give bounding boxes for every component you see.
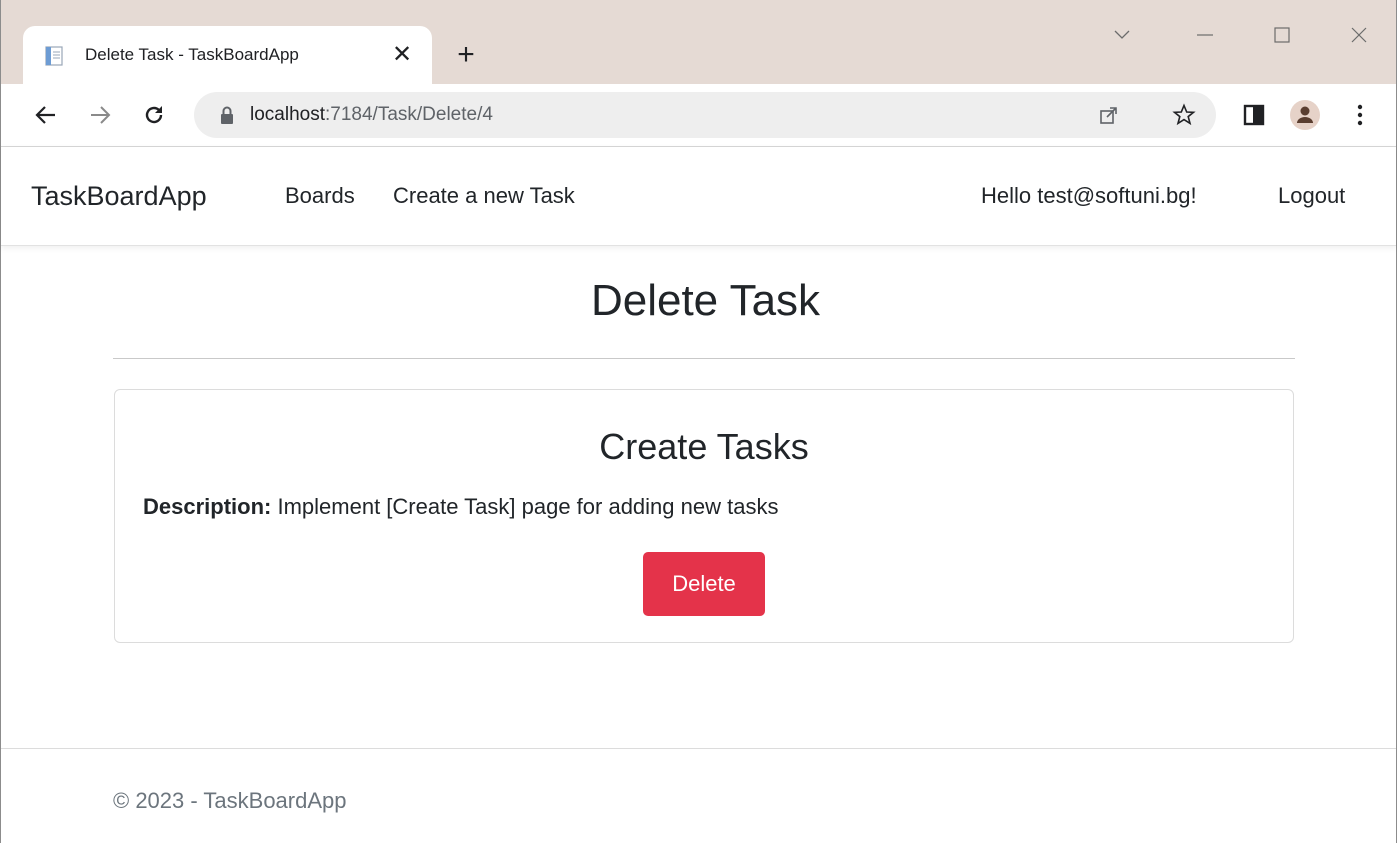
footer-divider bbox=[1, 748, 1396, 749]
lock-icon[interactable] bbox=[216, 104, 238, 126]
address-bar[interactable]: localhost:7184/Task/Delete/4 bbox=[194, 92, 1216, 138]
share-icon[interactable] bbox=[1092, 98, 1126, 132]
reload-icon[interactable] bbox=[137, 98, 171, 132]
delete-button[interactable]: Delete bbox=[643, 552, 765, 616]
close-window-icon[interactable] bbox=[1339, 20, 1379, 50]
profile-avatar-icon[interactable] bbox=[1288, 98, 1322, 132]
tab-title: Delete Task - TaskBoardApp bbox=[85, 45, 299, 64]
task-card: Create Tasks Description: Implement [Cre… bbox=[114, 389, 1294, 643]
logout-button[interactable]: Logout bbox=[1278, 183, 1345, 209]
minimize-icon[interactable] bbox=[1185, 20, 1225, 50]
browser-toolbar: localhost:7184/Task/Delete/4 bbox=[1, 84, 1396, 147]
tab-strip: Delete Task - TaskBoardApp ✕ + bbox=[1, 0, 1396, 84]
new-tab-button[interactable]: + bbox=[451, 40, 481, 70]
task-description: Description: Implement [Create Task] pag… bbox=[143, 494, 778, 520]
browser-window: Delete Task - TaskBoardApp ✕ + localhost… bbox=[0, 0, 1397, 843]
description-value: Implement [Create Task] page for adding … bbox=[277, 494, 779, 519]
url-text[interactable]: localhost:7184/Task/Delete/4 bbox=[250, 104, 493, 126]
tab-search-chevron-icon[interactable] bbox=[1102, 20, 1142, 50]
page-title: Delete Task bbox=[590, 276, 821, 325]
footer-copyright: © 2023 - TaskBoardApp bbox=[113, 788, 347, 813]
description-label: Description: bbox=[143, 494, 272, 519]
nav-link-boards[interactable]: Boards bbox=[285, 183, 355, 209]
app-navbar: TaskBoardApp Boards Create a new Task He… bbox=[1, 147, 1396, 246]
forward-arrow-icon[interactable] bbox=[83, 98, 117, 132]
title-divider bbox=[113, 358, 1295, 359]
maximize-icon[interactable] bbox=[1262, 20, 1302, 50]
task-title: Create Tasks bbox=[599, 426, 809, 467]
user-greeting-link[interactable]: Hello test@softuni.bg! bbox=[981, 183, 1197, 209]
nav-link-create-task[interactable]: Create a new Task bbox=[393, 183, 575, 209]
side-panel-icon[interactable] bbox=[1237, 98, 1271, 132]
brand-link[interactable]: TaskBoardApp bbox=[31, 181, 207, 212]
document-favicon-icon bbox=[45, 46, 63, 66]
kebab-menu-icon[interactable] bbox=[1343, 98, 1377, 132]
tab-close-icon[interactable]: ✕ bbox=[390, 40, 414, 70]
star-icon[interactable] bbox=[1167, 98, 1201, 132]
back-arrow-icon[interactable] bbox=[29, 98, 63, 132]
tab-active[interactable]: Delete Task - TaskBoardApp ✕ bbox=[23, 26, 432, 84]
